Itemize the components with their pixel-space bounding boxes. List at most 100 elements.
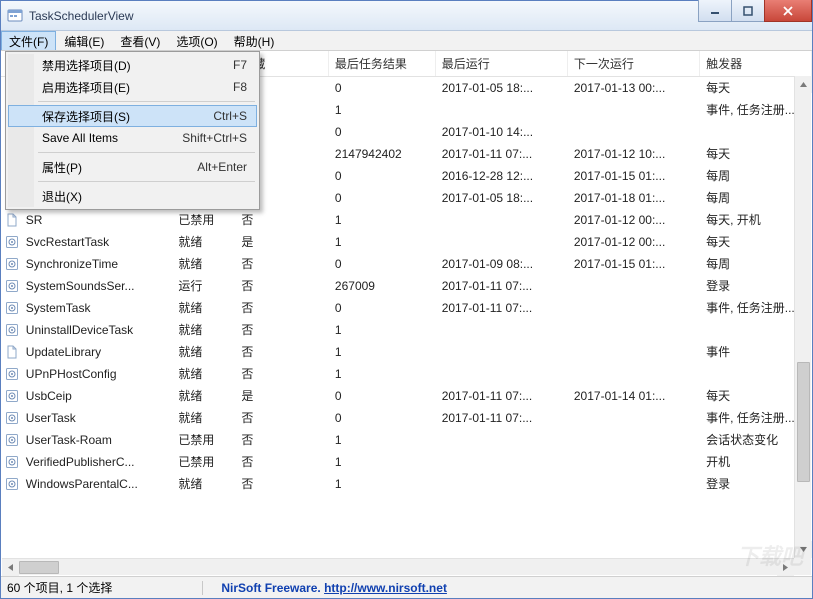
table-row[interactable]: WindowsParentalC...就绪否1登录 xyxy=(1,473,812,495)
cell-lastres: 0 xyxy=(328,187,435,209)
cell-lastrun xyxy=(435,341,567,363)
menu-item[interactable]: Save All ItemsShift+Ctrl+S xyxy=(8,127,257,149)
cell-lastres: 1 xyxy=(328,363,435,385)
cell-lastrun: 2017-01-11 07:... xyxy=(435,297,567,319)
cell-nextrun: 2017-01-13 00:... xyxy=(567,77,699,99)
task-icon xyxy=(5,455,19,469)
cell-lastrun xyxy=(435,363,567,385)
table-row[interactable]: SvcRestartTask就绪是12017-01-12 00:...每天 xyxy=(1,231,812,253)
table-row[interactable]: UpdateLibrary就绪否1事件 xyxy=(1,341,812,363)
menu-item-label: 退出(X) xyxy=(42,188,82,205)
menu-item[interactable]: 禁用选择项目(D)F7 xyxy=(8,54,257,76)
credit-link[interactable]: http://www.nirsoft.net xyxy=(324,581,447,595)
cell-name: SynchronizeTime xyxy=(19,253,172,275)
cell-nextrun xyxy=(567,99,699,121)
horizontal-scrollbar[interactable] xyxy=(2,558,794,575)
cell-status: 就绪 xyxy=(172,407,235,429)
cell-name: UpdateLibrary xyxy=(19,341,172,363)
close-button[interactable] xyxy=(764,0,812,22)
task-icon xyxy=(5,477,19,491)
cell-lastres: 0 xyxy=(328,77,435,99)
cell-status: 就绪 xyxy=(172,363,235,385)
table-row[interactable]: SystemTask就绪否02017-01-11 07:...事件, 任务注册.… xyxy=(1,297,812,319)
menu-item[interactable]: 启用选择项目(E)F8 xyxy=(8,76,257,98)
cell-status: 已禁用 xyxy=(172,451,235,473)
cell-lastres: 1 xyxy=(328,451,435,473)
cell-lastres: 1 xyxy=(328,429,435,451)
table-row[interactable]: VerifiedPublisherC...已禁用否1开机 xyxy=(1,451,812,473)
task-icon xyxy=(5,235,19,249)
cell-hidden: 是 xyxy=(235,385,329,407)
task-icon xyxy=(5,411,19,425)
menu-item-label: 禁用选择项目(D) xyxy=(42,57,131,74)
cell-nextrun xyxy=(567,407,699,429)
table-row[interactable]: UninstallDeviceTask就绪否1 xyxy=(1,319,812,341)
table-row[interactable]: SynchronizeTime就绪否02017-01-09 08:...2017… xyxy=(1,253,812,275)
cell-lastrun: 2016-12-28 12:... xyxy=(435,165,567,187)
hscroll-thumb[interactable] xyxy=(19,561,59,574)
menu-file[interactable]: 文件(F) xyxy=(1,31,56,50)
table-row[interactable]: SR已禁用否12017-01-12 00:...每天, 开机 xyxy=(1,209,812,231)
cell-hidden: 否 xyxy=(235,451,329,473)
scroll-thumb[interactable] xyxy=(797,362,810,482)
cell-nextrun xyxy=(567,319,699,341)
cell-nextrun xyxy=(567,121,699,143)
cell-hidden: 否 xyxy=(235,319,329,341)
table-row[interactable]: UPnPHostConfig就绪否1 xyxy=(1,363,812,385)
cell-nextrun xyxy=(567,341,699,363)
menu-options[interactable]: 选项(O) xyxy=(168,31,225,50)
col-trigger[interactable]: 触发器 xyxy=(700,51,812,77)
cell-lastrun xyxy=(435,319,567,341)
vertical-scrollbar[interactable] xyxy=(794,76,811,558)
cell-lastrun: 2017-01-05 18:... xyxy=(435,187,567,209)
cell-status: 就绪 xyxy=(172,341,235,363)
cell-hidden: 是 xyxy=(235,231,329,253)
cell-status: 就绪 xyxy=(172,253,235,275)
cell-lastres: 0 xyxy=(328,121,435,143)
cell-lastres: 0 xyxy=(328,297,435,319)
row-icon-cell xyxy=(1,341,19,363)
maximize-button[interactable] xyxy=(731,0,765,22)
menu-item[interactable]: 属性(P)Alt+Enter xyxy=(8,156,257,178)
scroll-down-icon[interactable] xyxy=(795,541,812,558)
cell-status: 就绪 xyxy=(172,473,235,495)
cell-lastres: 0 xyxy=(328,253,435,275)
minimize-button[interactable] xyxy=(698,0,732,22)
table-row[interactable]: UsbCeip就绪是02017-01-11 07:...2017-01-14 0… xyxy=(1,385,812,407)
table-row[interactable]: UserTask就绪否02017-01-11 07:...事件, 任务注册... xyxy=(1,407,812,429)
cell-status: 就绪 xyxy=(172,231,235,253)
menu-item[interactable]: 退出(X) xyxy=(8,185,257,207)
row-icon-cell xyxy=(1,275,19,297)
cell-hidden: 否 xyxy=(235,407,329,429)
menu-item-shortcut: F8 xyxy=(233,80,247,94)
col-lastres[interactable]: 最后任务结果 xyxy=(328,51,435,77)
cell-nextrun: 2017-01-12 00:... xyxy=(567,231,699,253)
col-nextrun[interactable]: 下一次运行 xyxy=(567,51,699,77)
cell-lastres: 1 xyxy=(328,99,435,121)
scroll-up-icon[interactable] xyxy=(795,76,812,93)
cell-lastres: 1 xyxy=(328,231,435,253)
table-row[interactable]: UserTask-Roam已禁用否1会话状态变化 xyxy=(1,429,812,451)
cell-nextrun: 2017-01-12 00:... xyxy=(567,209,699,231)
cell-lastres: 1 xyxy=(328,209,435,231)
menu-edit[interactable]: 编辑(E) xyxy=(56,31,112,50)
cell-nextrun: 2017-01-18 01:... xyxy=(567,187,699,209)
cell-lastres: 2147942402 xyxy=(328,143,435,165)
cell-status: 已禁用 xyxy=(172,209,235,231)
scroll-right-icon[interactable] xyxy=(777,559,794,576)
scrollbar-corner xyxy=(794,558,811,575)
statusbar: 60 个项目, 1 个选择 NirSoft Freeware. http://w… xyxy=(1,576,812,598)
task-icon xyxy=(5,433,19,447)
cell-lastres: 0 xyxy=(328,385,435,407)
menu-help[interactable]: 帮助(H) xyxy=(226,31,283,50)
menu-item[interactable]: 保存选择项目(S)Ctrl+S xyxy=(8,105,257,127)
cell-status: 就绪 xyxy=(172,319,235,341)
menu-view[interactable]: 查看(V) xyxy=(112,31,168,50)
cell-nextrun xyxy=(567,451,699,473)
row-icon-cell xyxy=(1,451,19,473)
col-lastrun[interactable]: 最后运行 xyxy=(435,51,567,77)
row-icon-cell xyxy=(1,363,19,385)
scroll-left-icon[interactable] xyxy=(2,559,19,576)
table-row[interactable]: SystemSoundsSer...运行否2670092017-01-11 07… xyxy=(1,275,812,297)
task-icon xyxy=(5,213,19,227)
